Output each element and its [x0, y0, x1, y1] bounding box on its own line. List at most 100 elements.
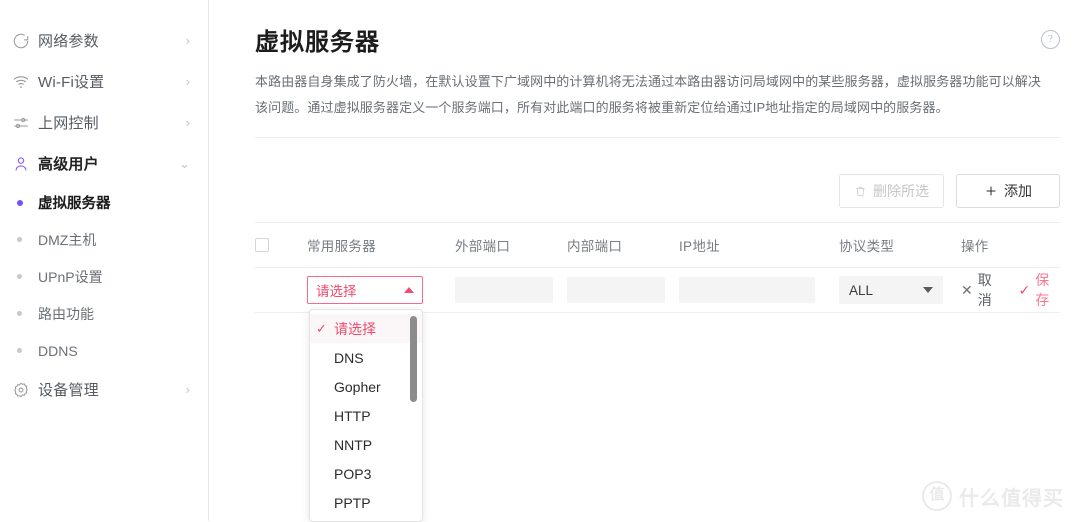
- sidebar-item-dmz-host[interactable]: DMZ主机: [0, 221, 208, 258]
- actions-cell: ✕ 取消 ✓ 保存: [961, 270, 1060, 310]
- sidebar-subitem-label: 路由功能: [38, 305, 94, 322]
- dropdown-option[interactable]: ✓ DNS: [310, 343, 422, 372]
- cancel-label: 取消: [977, 272, 992, 308]
- column-header-server: 常用服务器: [307, 239, 376, 254]
- external-port-cell: [455, 277, 567, 303]
- chevron-down-icon: ⌄: [179, 156, 190, 171]
- ip-address-cell: [679, 277, 839, 303]
- sidebar-item-label: 设备管理: [38, 382, 99, 399]
- sidebar-item-wifi[interactable]: Wi-Fi设置 ›: [0, 61, 208, 102]
- delete-selected-label: 删除所选: [873, 183, 929, 199]
- ip-address-input[interactable]: [679, 277, 815, 303]
- cancel-button[interactable]: ✕ 取消: [961, 270, 1003, 310]
- watermark-badge: 值: [922, 481, 952, 511]
- protocol-select-value: ALL: [849, 282, 874, 298]
- chevron-right-icon: ›: [185, 33, 190, 48]
- sliders-icon: [12, 114, 38, 132]
- table-header-row: 常用服务器 外部端口 内部端口 IP地址 协议类型 操作: [255, 222, 1060, 268]
- dropdown-option[interactable]: ✓ POP3: [310, 459, 422, 488]
- dropdown-option-label: NNTP: [334, 436, 373, 453]
- caret-up-icon: [404, 287, 414, 293]
- dropdown-option[interactable]: ✓ 请选择: [310, 314, 422, 343]
- sidebar: 网络参数 › Wi-Fi设置 › 上网控制 › 高级用户 ⌄ 虚拟服务器 DMZ…: [0, 0, 209, 521]
- page-title: 虚拟服务器: [255, 29, 380, 56]
- internal-port-cell: [567, 277, 679, 303]
- dropdown-option-label: 请选择: [334, 320, 376, 337]
- sidebar-subitem-label: 虚拟服务器: [38, 196, 111, 212]
- gear-icon: [12, 381, 38, 399]
- router-admin-page: 网络参数 › Wi-Fi设置 › 上网控制 › 高级用户 ⌄ 虚拟服务器 DMZ…: [0, 0, 1080, 522]
- caret-down-icon: [923, 287, 933, 293]
- page-description: 本路由器自身集成了防火墙，在默认设置下广域网中的计算机将无法通过本路由器访问局域…: [255, 74, 1042, 115]
- watermark-text: 什么值得买: [959, 487, 1064, 510]
- server-select-dropdown[interactable]: ✓ 请选择 ✓ DNS ✓ Gopher: [309, 309, 423, 522]
- page-header: 虚拟服务器 ?: [255, 0, 1060, 57]
- dropdown-option[interactable]: ✓ Gopher: [310, 372, 422, 401]
- user-icon: [12, 155, 38, 173]
- bullet-icon: [12, 348, 38, 353]
- sidebar-item-ddns[interactable]: DDNS: [0, 332, 208, 369]
- dropdown-option-label: POP3: [334, 465, 372, 482]
- dropdown-option-label: PPTP: [334, 494, 371, 511]
- column-header-internal-port: 内部端口: [567, 239, 623, 254]
- table-edit-row: 请选择 ✓ 请选择 ✓ DNS: [255, 268, 1060, 522]
- server-select-cell: 请选择 ✓ 请选择 ✓ DNS: [307, 276, 455, 522]
- chevron-right-icon: ›: [185, 74, 190, 89]
- trash-icon: [854, 185, 867, 198]
- sidebar-item-routing[interactable]: 路由功能: [0, 295, 208, 332]
- sidebar-subitem-label: DMZ主机: [38, 231, 97, 248]
- protocol-select[interactable]: ALL: [839, 276, 943, 304]
- column-header-protocol: 协议类型: [839, 239, 895, 254]
- bullet-icon: [12, 199, 38, 206]
- sidebar-item-network[interactable]: 网络参数 ›: [0, 20, 208, 61]
- column-header-actions: 操作: [961, 239, 989, 254]
- table-toolbar: 删除所选 添加: [255, 174, 1060, 208]
- plus-icon: [984, 184, 998, 198]
- add-label: 添加: [1004, 183, 1032, 199]
- sidebar-item-access-control[interactable]: 上网控制 ›: [0, 102, 208, 143]
- sidebar-item-label: 上网控制: [38, 115, 99, 132]
- dropdown-option-label: Gopher: [334, 378, 381, 395]
- dropdown-option[interactable]: ✓ NNTP: [310, 430, 422, 459]
- dropdown-scrollbar[interactable]: [410, 316, 417, 515]
- sidebar-item-label: 网络参数: [38, 33, 99, 50]
- sidebar-subitem-label: DDNS: [38, 342, 78, 359]
- sidebar-item-device-manage[interactable]: 设备管理 ›: [0, 369, 208, 410]
- server-select-wrapper: 请选择 ✓ 请选择 ✓ DNS: [307, 276, 455, 522]
- sidebar-item-upnp[interactable]: UPnP设置: [0, 258, 208, 295]
- internal-port-input[interactable]: [567, 277, 665, 303]
- bullet-icon: [12, 274, 38, 279]
- check-icon: ✓: [316, 320, 327, 336]
- watermark: 值 什么值得买: [922, 481, 1064, 511]
- delete-selected-button[interactable]: 删除所选: [839, 174, 944, 208]
- wifi-icon: [12, 73, 38, 91]
- column-header-external-port: 外部端口: [455, 239, 511, 254]
- globe-icon: [12, 32, 38, 50]
- server-select-value: 请选择: [316, 284, 357, 299]
- select-all-cell: [255, 238, 307, 252]
- virtual-server-table: 常用服务器 外部端口 内部端口 IP地址 协议类型 操作 请选择 ✓ 请选择 D…: [255, 222, 1060, 522]
- dropdown-option[interactable]: ✓ HTTP: [310, 401, 422, 430]
- external-port-input[interactable]: [455, 277, 553, 303]
- chevron-right-icon: ›: [185, 382, 190, 397]
- sidebar-subitem-label: UPnP设置: [38, 268, 103, 285]
- sidebar-item-virtual-server[interactable]: 虚拟服务器: [0, 184, 208, 221]
- select-all-checkbox[interactable]: [255, 238, 269, 252]
- bullet-icon: [12, 237, 38, 242]
- chevron-right-icon: ›: [185, 115, 190, 130]
- dropdown-option-label: DNS: [334, 349, 364, 366]
- sidebar-item-advanced-user[interactable]: 高级用户 ⌄: [0, 143, 208, 184]
- dropdown-option-label: HTTP: [334, 407, 371, 424]
- sidebar-item-label: Wi-Fi设置: [38, 74, 105, 91]
- sidebar-item-label: 高级用户: [38, 156, 99, 173]
- server-select[interactable]: 请选择: [307, 276, 423, 304]
- save-button[interactable]: ✓ 保存: [1019, 270, 1061, 310]
- close-icon: ✕: [961, 282, 973, 298]
- dropdown-option[interactable]: ✓ PPTP: [310, 488, 422, 517]
- column-header-ip-address: IP地址: [679, 239, 720, 254]
- add-button[interactable]: 添加: [956, 174, 1060, 208]
- help-icon[interactable]: ?: [1041, 30, 1060, 49]
- divider: [255, 137, 1060, 138]
- check-icon: ✓: [1018, 282, 1031, 298]
- protocol-cell: ALL: [839, 276, 961, 304]
